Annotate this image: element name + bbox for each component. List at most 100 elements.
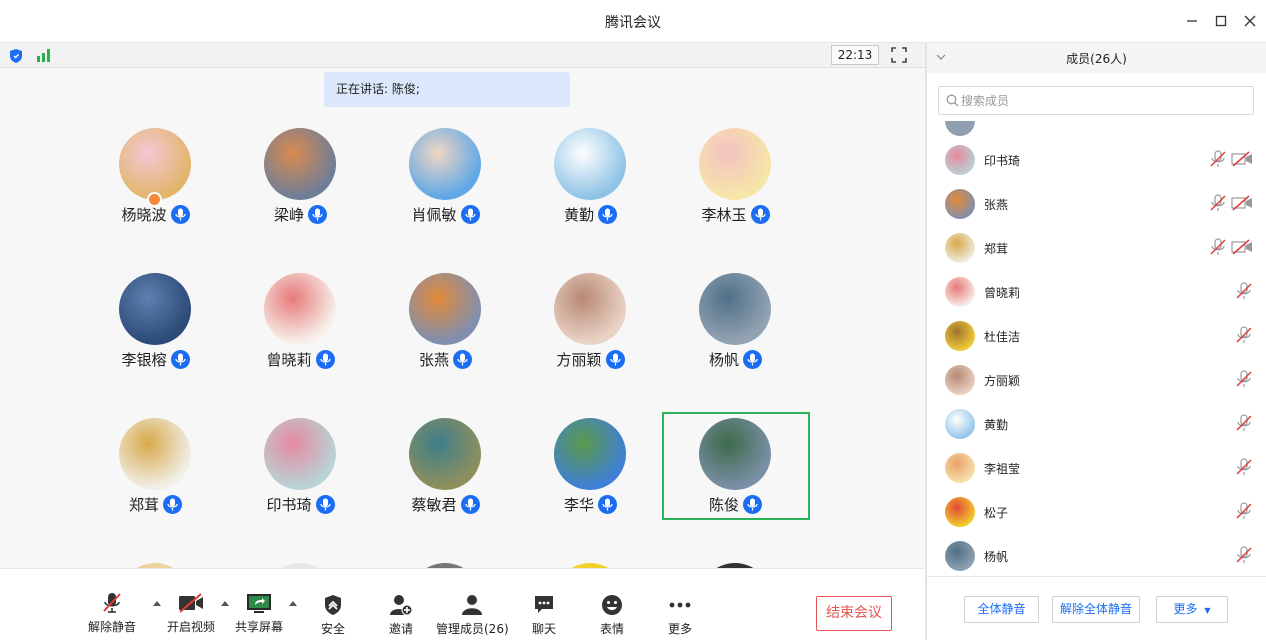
member-name: 郑茸 [984,242,1009,256]
mic-icon [743,349,762,369]
participant-tile[interactable]: 肖佩敏 [373,128,518,268]
manage-members-button[interactable]: 管理成员(26) [436,593,509,637]
participant-name: 张燕 [418,350,449,369]
end-meeting-button[interactable]: 结束会议 [816,596,892,631]
mic-muted-icon[interactable] [1209,194,1227,216]
minimize-icon[interactable] [1183,12,1201,30]
member-row[interactable]: 黄勤 [927,402,1266,446]
mute-all-button[interactable]: 全体静音 [964,596,1039,623]
mic-icon [163,494,182,514]
search-icon [946,94,959,107]
chat-button[interactable]: 聊天 [524,593,564,637]
participant-name: 黄勤 [563,205,594,224]
member-row[interactable]: 方丽颖 [927,358,1266,402]
mic-muted-icon[interactable] [1209,150,1227,172]
participant-name: 蔡敏君 [411,495,457,514]
security-button[interactable]: 安全 [313,593,353,637]
participant-name: 印书琦 [266,495,312,514]
participant-tile[interactable]: 李华 [518,418,663,558]
mic-muted-icon[interactable] [1209,238,1227,260]
mic-muted-icon[interactable] [1235,414,1253,436]
share-screen-button[interactable]: 共享屏幕 [232,591,286,635]
unmute-all-button[interactable]: 解除全体静音 [1052,596,1140,623]
mic-muted-icon[interactable] [1235,326,1253,348]
member-search [938,86,1254,115]
participant-tile[interactable]: 李银榕 [83,273,228,413]
participant-name: 梁峥 [273,205,304,224]
participant-tile[interactable]: 李林玉 [663,128,808,268]
video-off-icon[interactable] [1231,195,1253,215]
member-row[interactable]: 松子 [927,490,1266,534]
mic-muted-icon[interactable] [1235,458,1253,480]
start-video-button[interactable]: 开启视频 [164,591,218,635]
avatar [945,233,975,263]
avatar [945,497,975,527]
mic-muted-icon[interactable] [1235,502,1253,524]
participant-name: 李银榕 [121,350,167,369]
video-off-icon[interactable] [1231,239,1253,259]
participant-name: 李华 [563,495,594,514]
emoji-icon [592,593,632,617]
shield-icon[interactable] [9,48,23,64]
unmute-button[interactable]: 解除静音 [85,591,139,635]
member-row[interactable]: 李祖莹 [927,446,1266,490]
avatar [945,409,975,439]
member-name: 方丽颖 [984,374,1021,388]
avatar [699,128,771,200]
participant-tile[interactable]: 曾晓莉 [228,273,373,413]
member-name: 印书琦 [984,154,1021,168]
mic-icon [598,494,617,514]
invite-button[interactable]: 邀请 [381,593,421,637]
panel-more-button[interactable]: 更多 ▼ [1156,596,1228,623]
members-panel-title: 成员(26人) [1066,52,1127,66]
mic-icon [315,494,335,514]
mic-muted-icon[interactable] [1235,546,1253,568]
mic-icon [308,204,327,224]
participant-tile[interactable]: 郑茸 [83,418,228,558]
avatar [945,453,975,483]
avatar [119,128,191,200]
avatar [945,541,975,571]
signal-icon[interactable] [37,49,51,62]
participant-name: 杨晓波 [121,205,167,224]
avatar [409,418,481,490]
member-name: 李祖莹 [984,462,1021,476]
avatar [699,273,771,345]
member-row[interactable]: 郑茸 [927,226,1266,270]
status-bar: 22:13 [0,43,925,68]
member-row[interactable]: 印书琦 [927,138,1266,182]
participant-tile[interactable]: 印书琦 [228,418,373,558]
member-row[interactable]: 曾晓莉 [927,270,1266,314]
mic-muted-icon[interactable] [1235,370,1253,392]
video-caret-icon[interactable] [220,599,230,609]
member-row[interactable]: 张燕 [927,182,1266,226]
mic-muted-icon[interactable] [1235,282,1253,304]
window-title: 腾讯会议 [605,15,661,31]
member-search-input[interactable] [961,91,1241,111]
participant-tile[interactable]: 杨晓波 [83,128,228,268]
participant-name: 曾晓莉 [266,350,312,369]
members-panel-header: 成员(26人) [927,43,1266,73]
unmute-caret-icon[interactable] [152,599,162,609]
reaction-button[interactable]: 表情 [592,593,632,637]
participant-tile[interactable]: 黄勤 [518,128,663,268]
member-row[interactable]: 杜佳洁 [927,314,1266,358]
mic-icon [598,204,617,224]
participant-tile[interactable]: 蔡敏君 [373,418,518,558]
fullscreen-icon[interactable] [891,47,907,63]
participant-tile[interactable]: 张燕 [373,273,518,413]
participant-tile[interactable]: 杨帆 [663,273,808,413]
video-off-icon[interactable] [1231,151,1253,171]
participant-tile[interactable]: 梁峥 [228,128,373,268]
avatar [119,418,191,490]
share-caret-icon[interactable] [288,599,298,609]
close-icon[interactable] [1241,12,1259,30]
participant-tile[interactable]: 方丽颖 [518,273,663,413]
more-button[interactable]: 更多 [660,593,700,637]
member-row[interactable]: 杨帆 [927,534,1266,576]
mic-icon [460,204,480,224]
member-name: 松子 [984,506,1009,520]
maximize-icon[interactable] [1212,12,1230,30]
avatar [945,365,975,395]
members-icon [436,593,508,617]
